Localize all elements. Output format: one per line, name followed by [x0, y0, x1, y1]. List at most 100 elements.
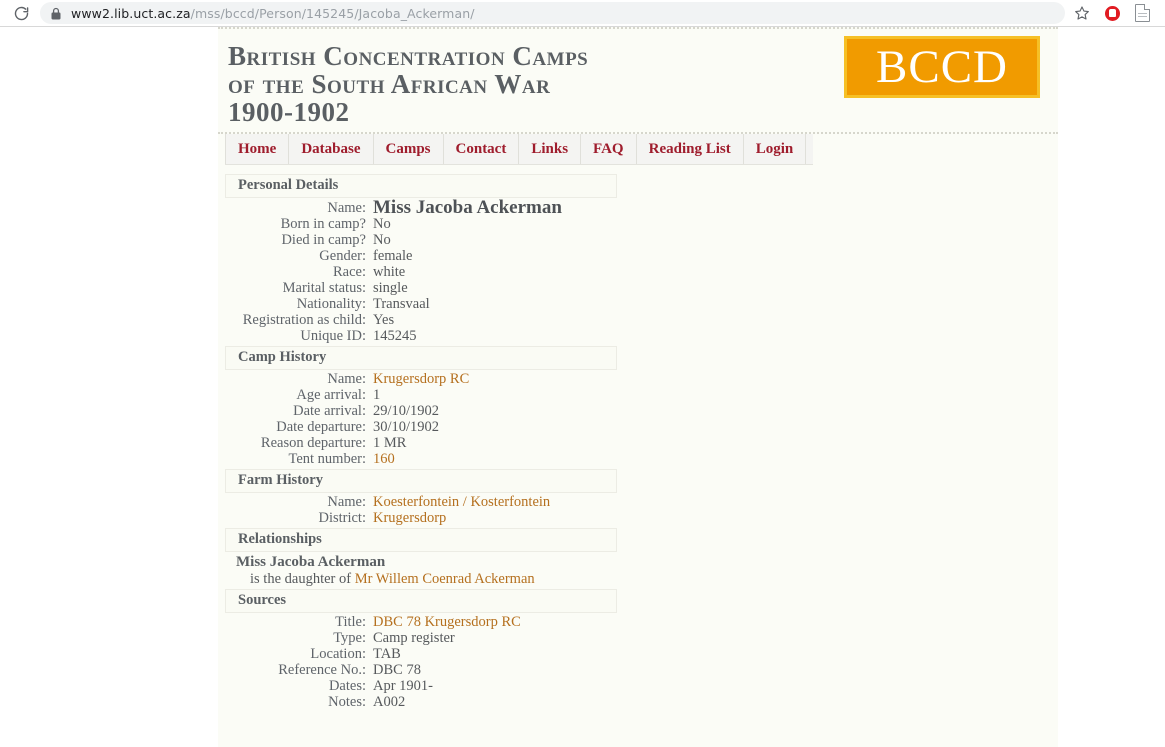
- source-title-link[interactable]: DBC 78 Krugersdorp RC: [373, 614, 521, 630]
- row-value: Transvaal: [373, 296, 430, 313]
- row-value: Yes: [373, 312, 395, 329]
- reader-document-icon[interactable]: [1127, 0, 1157, 26]
- row-value: Apr 1901-: [373, 678, 434, 695]
- reload-icon[interactable]: [8, 0, 34, 26]
- adblock-badge: [1104, 5, 1120, 21]
- camp-name-link[interactable]: Krugersdorp RC: [373, 371, 469, 387]
- nav-item-home[interactable]: Home: [225, 134, 290, 165]
- detail-row: Dates: Apr 1901-: [225, 678, 617, 694]
- detail-row: Date arrival: 29/10/1902: [225, 403, 617, 419]
- detail-row: Reference No.: DBC 78: [225, 662, 617, 678]
- row-label: Race:: [332, 264, 366, 281]
- row-value: Miss Jacoba Ackerman: [373, 197, 562, 219]
- nav-item-database[interactable]: Database: [289, 134, 374, 165]
- detail-row: District: Krugersdorp: [225, 510, 617, 526]
- lock-icon: [50, 7, 62, 20]
- row-label: Gender:: [319, 248, 366, 265]
- tent-number-link[interactable]: 160: [373, 451, 395, 467]
- detail-row: Nationality: Transvaal: [225, 296, 617, 312]
- row-value: 145245: [373, 328, 417, 345]
- row-label: Nationality:: [296, 296, 366, 313]
- detail-row: Tent number: 160: [225, 451, 617, 467]
- farm-history-rows: Name: Koesterfontein / Kosterfontein Dist…: [225, 493, 617, 528]
- relationship-prefix: is the daughter of: [250, 571, 355, 588]
- section-header-farm-history: Farm History: [225, 469, 617, 494]
- row-label: Age arrival:: [296, 387, 366, 404]
- detail-row: Location: TAB: [225, 646, 617, 662]
- content-column: British Concentration Camps of the South…: [218, 27, 1058, 747]
- farm-district-link[interactable]: Krugersdorp: [373, 510, 446, 526]
- personal-details-rows: Name: Miss Jacoba Ackerman Born in camp? N…: [225, 198, 617, 346]
- row-label: Reference No.:: [278, 662, 366, 679]
- nav-item-login[interactable]: Login: [744, 134, 807, 165]
- bookmark-star-icon[interactable]: [1067, 0, 1097, 26]
- row-label: Name:: [327, 494, 366, 511]
- row-value: 29/10/1902: [373, 403, 440, 420]
- row-value: A002: [373, 694, 406, 711]
- row-label: Dates:: [328, 678, 366, 695]
- relationship-statement: is the daughter of Mr Willem Coenrad Ack…: [225, 571, 617, 589]
- row-label: Notes:: [328, 694, 366, 711]
- row-value: No: [373, 216, 391, 233]
- detail-row: Name: Krugersdorp RC: [225, 371, 617, 387]
- url-path: /mss/bccd/Person/145245/Jacoba_Ackerman/: [190, 5, 475, 21]
- address-bar[interactable]: www2.lib.uct.ac.za/mss/bccd/Person/14524…: [40, 2, 1065, 24]
- row-value: female: [373, 248, 413, 265]
- detail-row: Unique ID: 145245: [225, 328, 617, 344]
- relationship-subject: Miss Jacoba Ackerman: [236, 554, 386, 571]
- row-label: Location:: [310, 646, 366, 663]
- detail-row: Title: DBC 78 Krugersdorp RC: [225, 614, 617, 630]
- row-label: Date departure:: [276, 419, 366, 436]
- detail-row: Name: Koesterfontein / Kosterfontein: [225, 494, 617, 510]
- section-header-relationships: Relationships: [225, 528, 617, 553]
- row-value: DBC 78: [373, 662, 421, 679]
- nav-item-camps[interactable]: Camps: [374, 134, 444, 165]
- row-label: Registration as child:: [242, 312, 366, 329]
- title-line-2: of the South African War: [228, 68, 551, 99]
- farm-name-link[interactable]: Koesterfontein / Kosterfontein: [373, 494, 550, 510]
- detail-row: Race: white: [225, 264, 617, 280]
- bccd-logo-text: BCCD: [876, 40, 1008, 93]
- row-label: Name:: [327, 200, 366, 217]
- page-viewport: British Concentration Camps of the South…: [0, 27, 1165, 747]
- url-host: www2.lib.uct.ac.za: [71, 5, 191, 21]
- row-value: TAB: [373, 646, 401, 663]
- detail-row: Marital status: single: [225, 280, 617, 296]
- row-label: Marital status:: [282, 280, 366, 297]
- sources-rows: Title: DBC 78 Krugersdorp RC Type: Camp re…: [225, 613, 617, 712]
- detail-row: Type: Camp register: [225, 630, 617, 646]
- toolbar-icons: [1067, 0, 1157, 26]
- detail-row: Name: Miss Jacoba Ackerman: [225, 197, 617, 219]
- relationship-person-link[interactable]: Mr Willem Coenrad Ackerman: [355, 571, 535, 587]
- title-line-1: British Concentration Camps: [228, 41, 589, 71]
- row-label: Born in camp?: [280, 216, 366, 233]
- detail-row: Registration as child: Yes: [225, 312, 617, 328]
- detail-row: Date departure: 30/10/1902: [225, 419, 617, 435]
- row-value: 1: [373, 387, 381, 404]
- nav-item-faq[interactable]: FAQ: [581, 134, 637, 165]
- row-value: single: [373, 280, 408, 297]
- nav-item-reading-list[interactable]: Reading List: [637, 134, 744, 165]
- document-glyph: [1134, 3, 1150, 22]
- nav-item-contact[interactable]: Contact: [444, 134, 520, 165]
- bccd-logo[interactable]: BCCD: [844, 36, 1040, 98]
- browser-toolbar: www2.lib.uct.ac.za/mss/bccd/Person/14524…: [0, 0, 1165, 27]
- row-label: Date arrival:: [293, 403, 366, 420]
- nav-item-links[interactable]: Links: [519, 134, 582, 165]
- adblock-icon[interactable]: [1097, 0, 1127, 26]
- site-header: British Concentration Camps of the South…: [218, 29, 1058, 135]
- section-header-personal-details: Personal Details: [225, 174, 617, 199]
- camp-history-rows: Name: Krugersdorp RC Age arrival: 1 Date a…: [225, 370, 617, 469]
- row-label: Name:: [327, 371, 366, 388]
- main-navigation: Home Database Camps Contact Links FAQ Re…: [225, 134, 813, 166]
- row-label: Type:: [333, 630, 366, 647]
- section-header-sources: Sources: [225, 589, 617, 614]
- row-label: Died in camp?: [281, 232, 366, 249]
- row-label: District:: [318, 510, 366, 527]
- hand-glyph: [1108, 9, 1116, 17]
- section-header-camp-history: Camp History: [225, 346, 617, 371]
- row-label: Unique ID:: [300, 328, 366, 345]
- detail-row: Born in camp? No: [225, 216, 617, 232]
- row-value: white: [373, 264, 406, 281]
- row-value: 1 MR: [373, 435, 407, 452]
